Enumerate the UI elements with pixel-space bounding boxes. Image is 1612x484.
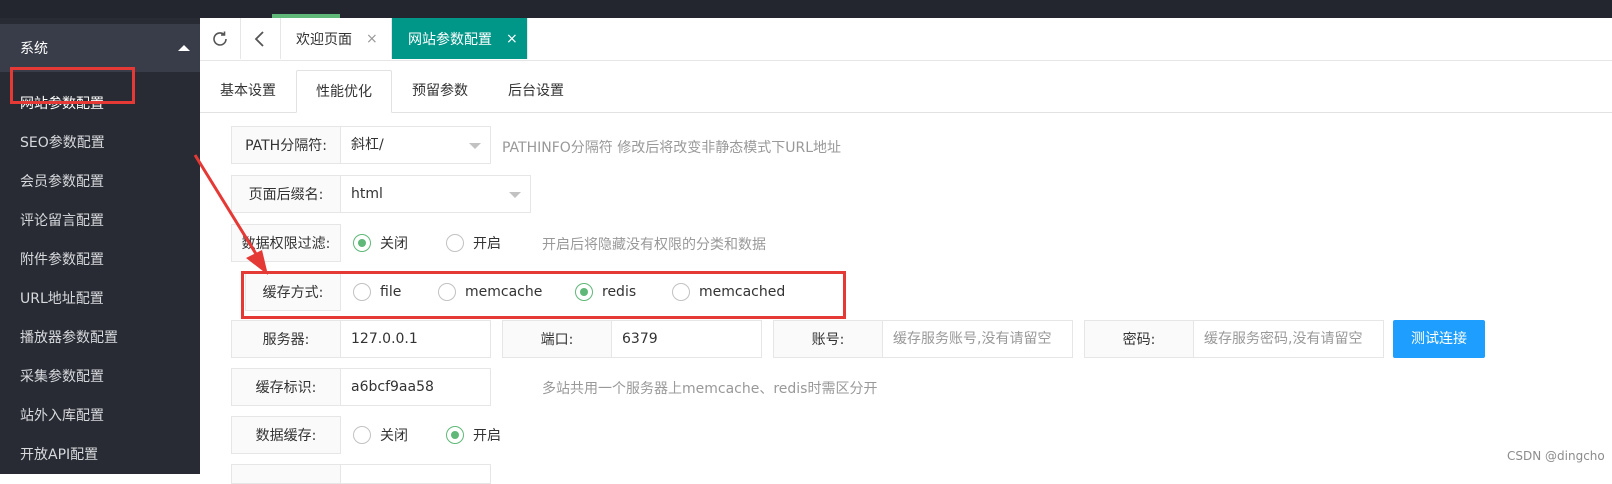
radio-unchecked-icon (353, 426, 371, 444)
sidebar-item-member-config[interactable]: 会员参数配置 (0, 160, 200, 200)
sidebar-item-seo-config[interactable]: SEO参数配置 (0, 121, 200, 161)
account-placeholder: 缓存服务账号,没有请留空 (893, 331, 1052, 347)
watermark: CSDN @dingcho (1507, 449, 1605, 463)
sidebar-item-label: 站外入库配置 (20, 408, 104, 424)
page-suffix-value: html (351, 186, 383, 202)
cache-id-value: a6bcf9aa58 (351, 379, 434, 395)
tab-welcome[interactable]: 欢迎页面 × (280, 18, 392, 59)
account-label: 账号: (773, 320, 883, 358)
sidebar-item-label: 附件参数配置 (20, 252, 104, 268)
radio-unchecked-icon (446, 234, 464, 252)
dropdown-arrow-icon (469, 143, 481, 149)
sidebar-item-label: 采集参数配置 (20, 369, 104, 385)
radio-label: 关闭 (380, 428, 408, 444)
highlight-box-cache-type (241, 271, 846, 319)
port-value: 6379 (622, 331, 658, 347)
refresh-button[interactable] (200, 18, 241, 59)
password-input[interactable]: 缓存服务密码,没有请留空 (1194, 320, 1384, 358)
sidebar-section-label: 系统 (20, 41, 48, 57)
sidebar-item-url-config[interactable]: URL地址配置 (0, 277, 200, 317)
radio-checked-icon (353, 234, 371, 252)
sidebar-section-header[interactable]: 系统 (0, 24, 200, 72)
tab-reserved-params[interactable]: 预留参数 (392, 70, 488, 112)
data-filter-hint: 开启后将隐藏没有权限的分类和数据 (542, 237, 766, 253)
tab-label: 欢迎页面 (296, 31, 352, 48)
data-cache-label: 数据缓存: (231, 416, 341, 454)
next-row-input[interactable] (341, 464, 491, 484)
password-placeholder: 缓存服务密码,没有请留空 (1204, 331, 1363, 347)
sidebar-item-collect-config[interactable]: 采集参数配置 (0, 355, 200, 395)
path-separator-hint: PATHINFO分隔符 修改后将改变非静态模式下URL地址 (502, 140, 842, 156)
tab-label: 网站参数配置 (408, 31, 492, 48)
data-cache-off-radio[interactable]: 关闭 (353, 424, 408, 446)
page-suffix-select[interactable]: html (341, 175, 531, 213)
sidebar-item-attachment-config[interactable]: 附件参数配置 (0, 238, 200, 278)
dropdown-arrow-icon (509, 192, 521, 198)
cache-id-label: 缓存标识: (231, 368, 341, 406)
close-icon[interactable]: × (366, 31, 378, 47)
radio-checked-icon (446, 426, 464, 444)
top-bar (0, 0, 1612, 18)
cache-id-hint: 多站共用一个服务器上memcache、redis时需区分开 (542, 381, 878, 397)
sidebar-item-label: 开放API配置 (20, 447, 99, 463)
data-cache-on-radio[interactable]: 开启 (446, 424, 501, 446)
radio-label: 关闭 (380, 236, 408, 252)
next-row-label (231, 464, 341, 484)
path-separator-label: PATH分隔符: (231, 126, 341, 164)
highlight-box-sidebar (10, 67, 135, 104)
port-label: 端口: (502, 320, 612, 358)
tab-bar: 欢迎页面 × 网站参数配置 × (200, 18, 1612, 61)
data-filter-label: 数据权限过滤: (231, 224, 341, 262)
chevron-left-icon (254, 30, 264, 47)
sidebar-item-import-config[interactable]: 站外入库配置 (0, 394, 200, 434)
sidebar-item-label: 评论留言配置 (20, 213, 104, 229)
tab-site-config[interactable]: 网站参数配置 × (392, 18, 528, 59)
caret-up-icon (178, 45, 190, 51)
tab-admin-settings[interactable]: 后台设置 (488, 70, 584, 112)
tab-performance[interactable]: 性能优化 (296, 70, 392, 113)
sidebar-item-api-config[interactable]: 开放API配置 (0, 433, 200, 473)
sidebar-item-player-config[interactable]: 播放器参数配置 (0, 316, 200, 356)
sidebar-item-label: 会员参数配置 (20, 174, 104, 190)
server-value: 127.0.0.1 (351, 331, 418, 347)
back-button[interactable] (240, 18, 281, 59)
sidebar-item-comment-config[interactable]: 评论留言配置 (0, 199, 200, 239)
radio-label: 开启 (473, 236, 501, 252)
tab-basic-settings[interactable]: 基本设置 (200, 70, 296, 112)
sidebar-item-label: SEO参数配置 (20, 135, 105, 151)
close-icon[interactable]: × (506, 31, 518, 47)
test-connection-button[interactable]: 测试连接 (1393, 320, 1485, 358)
settings-tabs: 基本设置 性能优化 预留参数 后台设置 (200, 70, 1612, 113)
password-label: 密码: (1084, 320, 1194, 358)
account-input[interactable]: 缓存服务账号,没有请留空 (883, 320, 1073, 358)
path-separator-value: 斜杠/ (351, 137, 384, 153)
sidebar-item-label: URL地址配置 (20, 291, 104, 307)
port-input[interactable]: 6379 (612, 320, 762, 358)
cache-id-input[interactable]: a6bcf9aa58 (341, 368, 491, 406)
data-filter-off-radio[interactable]: 关闭 (353, 232, 408, 254)
server-label: 服务器: (231, 320, 341, 358)
page-suffix-label: 页面后缀名: (231, 175, 341, 213)
server-input[interactable]: 127.0.0.1 (341, 320, 491, 358)
radio-label: 开启 (473, 428, 501, 444)
sidebar-item-label: 播放器参数配置 (20, 330, 118, 346)
data-filter-on-radio[interactable]: 开启 (446, 232, 501, 254)
refresh-icon (213, 31, 227, 46)
